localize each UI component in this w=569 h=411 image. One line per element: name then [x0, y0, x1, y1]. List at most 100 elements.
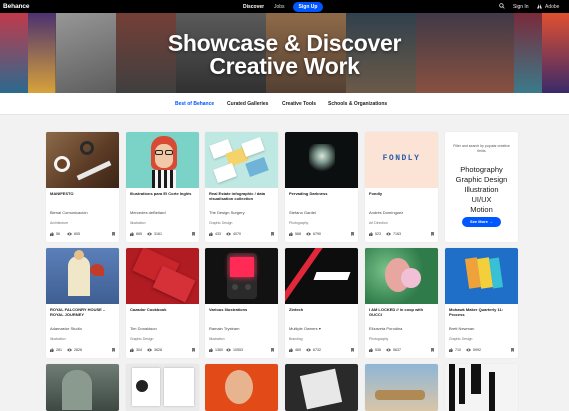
project-title[interactable]: Zintech: [289, 307, 355, 312]
bookmark-icon[interactable]: [511, 348, 514, 352]
project-card[interactable]: Pervading Darkness Stefano Gardel Photog…: [285, 132, 358, 242]
project-card[interactable]: [205, 364, 278, 411]
project-thumbnail[interactable]: [285, 248, 358, 304]
bookmark-icon[interactable]: [431, 232, 434, 236]
bookmark-icon[interactable]: [271, 348, 274, 352]
sign-in-link[interactable]: Sign In: [513, 4, 529, 10]
project-card[interactable]: ROYAL FALCONRY HOUSE – ROYAL JOURNEY Ada…: [46, 248, 119, 358]
bookmark-icon[interactable]: [431, 348, 434, 352]
project-thumbnail[interactable]: [205, 364, 278, 411]
project-card[interactable]: Cazador Cookbook Tim Donaldson Graphic D…: [126, 248, 199, 358]
project-thumbnail[interactable]: [126, 248, 199, 304]
view-count: 5637: [393, 348, 401, 352]
project-owner[interactable]: Brett Newman: [449, 326, 515, 331]
view-count: 6732: [313, 348, 321, 352]
project-card[interactable]: I AM LOCKED // in coop with GUCCI Elizav…: [365, 248, 438, 358]
project-field: Illustration: [209, 337, 225, 341]
project-stats: 433 4070: [209, 232, 275, 238]
project-thumbnail[interactable]: [46, 364, 119, 411]
project-owner[interactable]: Stefano Gardel: [289, 210, 355, 215]
eye-icon: [306, 348, 311, 352]
project-thumbnail[interactable]: [205, 132, 278, 188]
bookmark-icon[interactable]: [351, 232, 354, 236]
project-title[interactable]: ROYAL FALCONRY HOUSE – ROYAL JOURNEY: [50, 307, 116, 317]
project-field: Illustration: [50, 337, 66, 341]
project-owner[interactable]: The Design Surgery: [209, 210, 275, 215]
tab-schools-organizations[interactable]: Schools & Organizations: [328, 101, 387, 107]
project-card[interactable]: [46, 364, 119, 411]
project-thumbnail[interactable]: [445, 248, 518, 304]
project-title[interactable]: Pervading Darkness: [289, 191, 355, 196]
project-title[interactable]: Cazador Cookbook: [130, 307, 196, 312]
view-count: 10553: [233, 348, 243, 352]
project-card[interactable]: [126, 364, 199, 411]
project-title[interactable]: Fondly: [369, 191, 435, 196]
sign-up-button[interactable]: Sign Up: [293, 1, 323, 12]
top-bar: Behance Discover Jobs Sign Up Sign In Ad…: [0, 0, 569, 13]
project-thumbnail[interactable]: [126, 364, 199, 411]
project-thumbnail[interactable]: [46, 248, 119, 304]
bookmark-icon[interactable]: [192, 232, 195, 236]
project-card[interactable]: [285, 364, 358, 411]
project-card[interactable]: MANIFESTO Bienal Comunicación Architectu…: [46, 132, 119, 242]
like-icon: [130, 348, 134, 352]
project-stats: 304 3628: [130, 348, 196, 354]
see-more-label: See More: [470, 219, 488, 224]
project-thumbnail[interactable]: [285, 132, 358, 188]
nav-discover[interactable]: Discover: [243, 4, 264, 10]
like-icon: [369, 232, 373, 236]
project-owner[interactable]: Adamastor Studio: [50, 326, 116, 331]
project-thumbnail[interactable]: [365, 248, 438, 304]
see-more-button[interactable]: See More →: [462, 217, 501, 227]
project-thumbnail[interactable]: FONDLY: [365, 132, 438, 188]
tab-creative-tools[interactable]: Creative Tools: [282, 101, 316, 107]
bookmark-icon[interactable]: [112, 348, 115, 352]
project-title[interactable]: Illustrations para El Corte Inglés: [130, 191, 196, 196]
nav-jobs[interactable]: Jobs: [274, 4, 285, 10]
project-card[interactable]: Various Illustrations Ramain Trystram Il…: [205, 248, 278, 358]
project-owner[interactable]: Multiple Owners ▾: [289, 326, 355, 331]
project-card[interactable]: [445, 364, 518, 411]
project-thumbnail[interactable]: [46, 132, 119, 188]
adobe-link[interactable]: Adobe: [545, 4, 559, 10]
field-link-photography[interactable]: Photography: [447, 165, 516, 174]
project-stats: 56 805: [50, 232, 116, 238]
field-link-ui-ux[interactable]: UI/UX: [447, 195, 516, 204]
tab-curated-galleries[interactable]: Curated Galleries: [227, 101, 268, 107]
bookmark-icon[interactable]: [112, 232, 115, 236]
project-owner[interactable]: Andrés Domínguez: [369, 210, 435, 215]
project-card[interactable]: Mohawk Maker Quarterly 11: Process Brett…: [445, 248, 518, 358]
project-title[interactable]: Real Estate infographic / data visualisa…: [209, 191, 275, 201]
adobe-icon[interactable]: [537, 4, 542, 9]
project-title[interactable]: Various Illustrations: [209, 307, 275, 312]
project-thumbnail[interactable]: [126, 132, 199, 188]
field-link-illustration[interactable]: Illustration: [447, 185, 516, 194]
project-card[interactable]: Zintech Multiple Owners ▾ Branding 469 6…: [285, 248, 358, 358]
project-thumbnail[interactable]: [445, 364, 518, 411]
bookmark-icon[interactable]: [351, 348, 354, 352]
project-card[interactable]: FONDLY Fondly Andrés Domínguez Art Direc…: [365, 132, 438, 242]
project-card[interactable]: [365, 364, 438, 411]
eye-icon: [386, 232, 391, 236]
field-link-motion[interactable]: Motion: [447, 205, 516, 214]
project-card[interactable]: Illustrations para El Corte Inglés Merce…: [126, 132, 199, 242]
project-owner[interactable]: Mercedes deBellard: [130, 210, 196, 215]
bookmark-icon[interactable]: [192, 348, 195, 352]
project-owner[interactable]: Elizaveta Porodina: [369, 326, 435, 331]
project-owner[interactable]: Ramain Trystram: [209, 326, 275, 331]
behance-logo[interactable]: Behance: [3, 3, 30, 10]
bookmark-icon[interactable]: [271, 232, 274, 236]
search-icon[interactable]: [499, 3, 505, 9]
project-title[interactable]: Mohawk Maker Quarterly 11: Process: [449, 307, 515, 317]
project-thumbnail[interactable]: [285, 364, 358, 411]
project-field: Photography: [369, 337, 389, 341]
tab-best-of-behance[interactable]: Best of Behance: [175, 101, 214, 107]
project-owner[interactable]: Bienal Comunicación: [50, 210, 116, 215]
project-title[interactable]: I AM LOCKED // in coop with GUCCI: [369, 307, 435, 317]
project-thumbnail[interactable]: [205, 248, 278, 304]
field-link-graphic-design[interactable]: Graphic Design: [447, 175, 516, 184]
project-owner[interactable]: Tim Donaldson: [130, 326, 196, 331]
project-title[interactable]: MANIFESTO: [50, 191, 116, 196]
project-card[interactable]: Real Estate infographic / data visualisa…: [205, 132, 278, 242]
project-thumbnail[interactable]: [365, 364, 438, 411]
